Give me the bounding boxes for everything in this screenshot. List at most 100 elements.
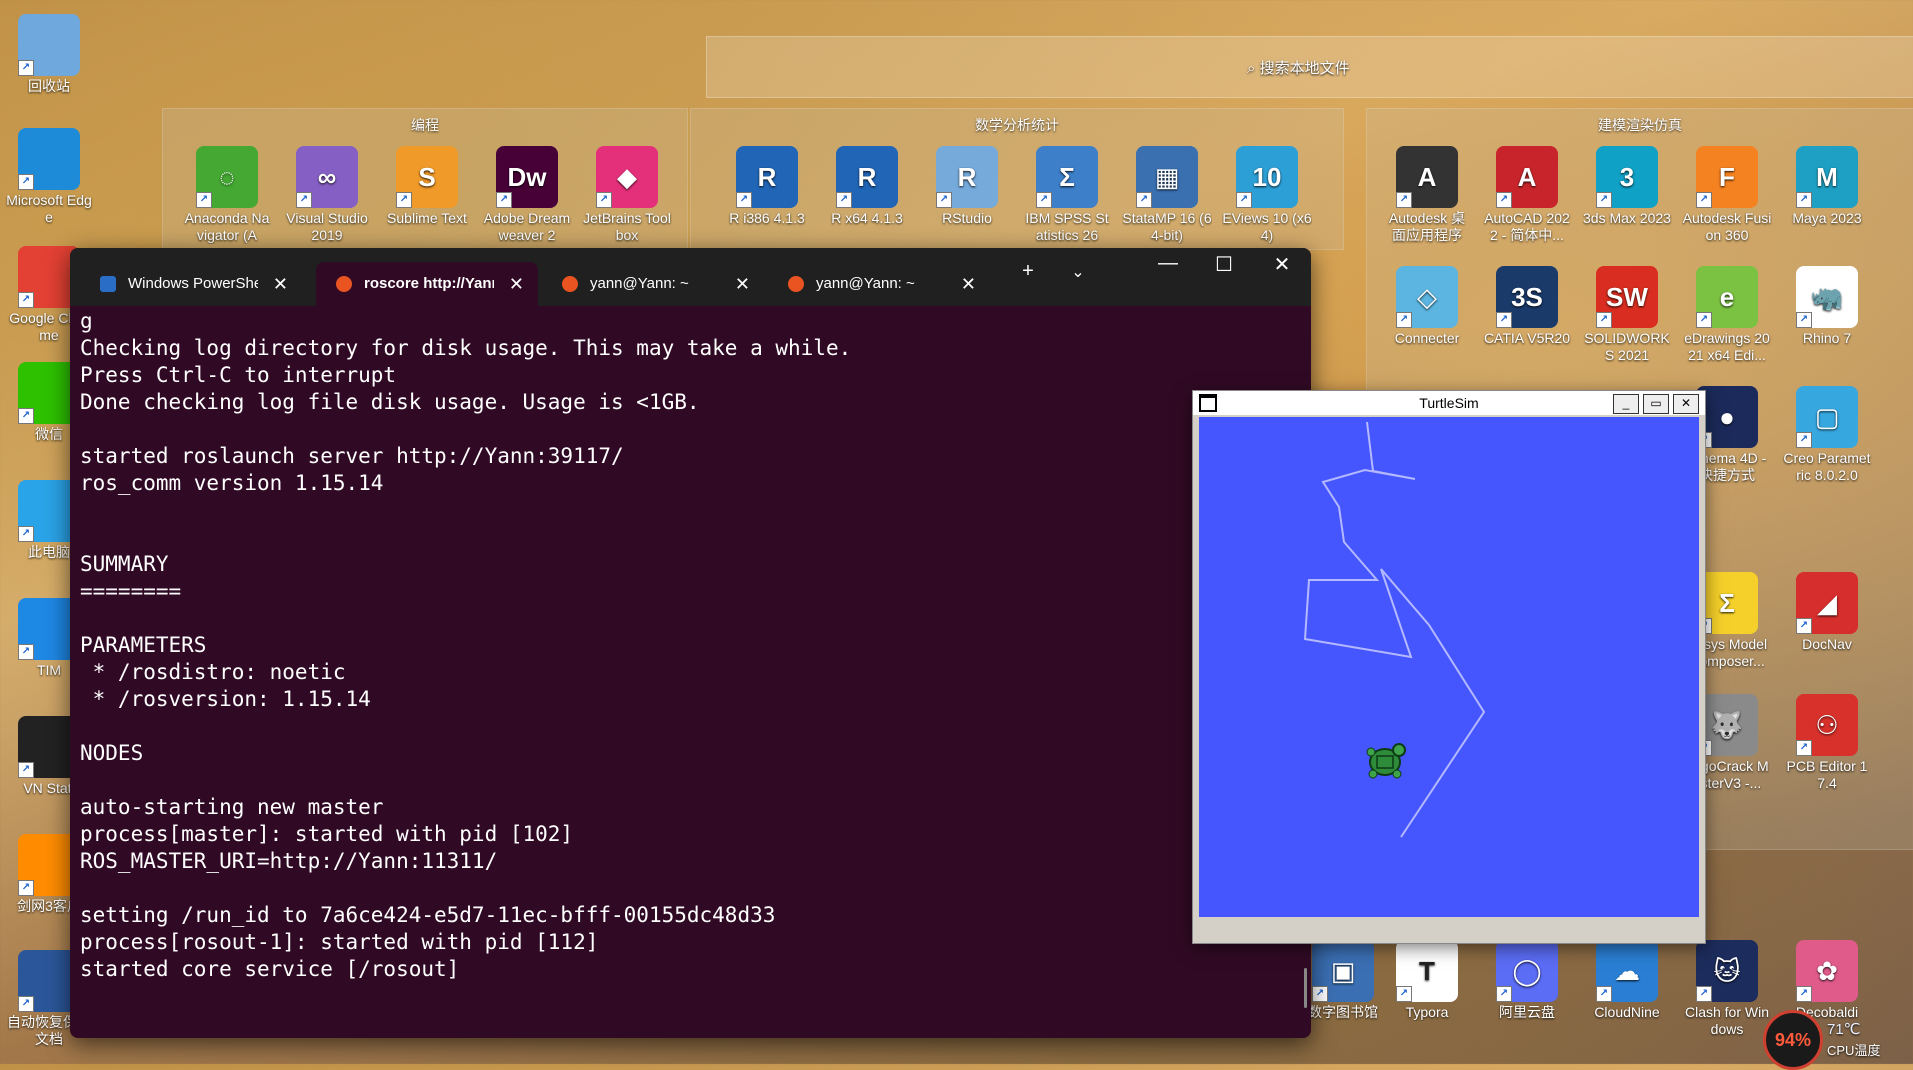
rstudio-icon: R ↗ <box>936 146 998 208</box>
fence-title: 建模渲染仿真 <box>1598 117 1682 133</box>
shortcut-label: PCB Editor 17.4 <box>1786 758 1868 791</box>
close-button[interactable]: ✕ <box>1673 394 1699 414</box>
desktop-shortcut[interactable]: ◆ ↗ JetBrains Toolbox <box>582 146 672 244</box>
desktop-shortcut[interactable]: R ↗ R x64 4.1.3 <box>822 146 912 227</box>
desktop-shortcut[interactable]: S ↗ Sublime Text <box>382 146 472 227</box>
shortcut-arrow-icon: ↗ <box>18 880 34 896</box>
close-tab-icon[interactable]: ✕ <box>273 262 288 306</box>
desktop-shortcut[interactable]: ◌ ↗ Anaconda Navigator (A <box>182 146 272 244</box>
maya-icon: M ↗ <box>1796 146 1858 208</box>
terminal-tab[interactable]: yann@Yann: ~ ✕ <box>542 262 764 306</box>
desktop-shortcut[interactable]: ▢ ↗ Creo Parametric 8.0.2.0 <box>1782 386 1872 484</box>
jetbrains-icon: ◆ ↗ <box>596 146 658 208</box>
edge-icon: ↗ <box>18 128 80 190</box>
shortcut-arrow-icon: ↗ <box>1496 192 1512 208</box>
desktop-shortcut[interactable]: M ↗ Maya 2023 <box>1782 146 1872 227</box>
shortcut-label: Creo Parametric 8.0.2.0 <box>1783 450 1871 483</box>
spss-icon: Σ ↗ <box>1036 146 1098 208</box>
desktop-shortcut[interactable]: 3 ↗ 3ds Max 2023 <box>1582 146 1672 227</box>
shortcut-arrow-icon: ↗ <box>1236 192 1252 208</box>
desktop-shortcut[interactable]: A ↗ AutoCAD 2022 - 简体中... <box>1482 146 1572 244</box>
desktop-shortcut[interactable]: ☁ ↗ CloudNine <box>1582 940 1672 1021</box>
shortcut-arrow-icon: ↗ <box>18 408 34 424</box>
desktop-shortcut[interactable]: ∞ ↗ Visual Studio 2019 <box>282 146 372 244</box>
desktop-shortcut[interactable]: ↗ Microsoft Edge <box>4 128 94 226</box>
3dsmax-icon: 3 ↗ <box>1596 146 1658 208</box>
typora-icon: T ↗ <box>1396 940 1458 1002</box>
powershell-icon <box>100 276 116 293</box>
creo-icon: ▢ ↗ <box>1796 386 1858 448</box>
desktop-shortcut[interactable]: ◯ ↗ 阿里云盘 <box>1482 940 1572 1021</box>
shortcut-label: IBM SPSS Statistics 26 <box>1025 210 1109 243</box>
desktop-shortcut[interactable]: Σ ↗ IBM SPSS Statistics 26 <box>1022 146 1112 244</box>
desktop-shortcut[interactable]: ◢ ↗ DocNav <box>1782 572 1872 653</box>
desktop-shortcut[interactable]: F ↗ Autodesk Fusion 360 <box>1682 146 1772 244</box>
shortcut-arrow-icon: ↗ <box>1312 986 1328 1002</box>
desktop-shortcut[interactable]: ▦ ↗ StataMP 16 (64-bit) <box>1122 146 1212 244</box>
desktop-shortcut[interactable]: R ↗ RStudio <box>922 146 1012 227</box>
terminal-output[interactable]: g Checking log directory for disk usage.… <box>70 306 1311 985</box>
desktop-shortcut[interactable]: Dw ↗ Adobe Dreamweaver 2 <box>482 146 572 244</box>
shortcut-label: R x64 4.1.3 <box>831 210 903 226</box>
terminal-tab[interactable]: Windows PowerShell ✕ <box>80 262 302 306</box>
desktop-shortcut[interactable]: ✿ ↗ Decobaldi <box>1782 940 1872 1021</box>
desktop-shortcut[interactable]: ⚇ ↗ PCB Editor 17.4 <box>1782 694 1872 792</box>
shortcut-label: Adobe Dreamweaver 2 <box>483 210 571 243</box>
cloudnine-icon: ☁ ↗ <box>1596 940 1658 1002</box>
shortcut-arrow-icon: ↗ <box>1796 312 1812 328</box>
desktop-shortcut[interactable]: A ↗ Autodesk 桌面应用程序 <box>1382 146 1472 244</box>
close-tab-icon[interactable]: ✕ <box>509 262 524 306</box>
shortcut-arrow-icon: ↗ <box>1796 986 1812 1002</box>
tab-label: Windows PowerShell <box>128 275 258 293</box>
tab-dropdown-button[interactable]: ⌄ <box>1058 262 1098 282</box>
window-menu-icon[interactable] <box>1199 394 1217 412</box>
turtlesim-canvas <box>1199 417 1699 917</box>
close-tab-icon[interactable]: ✕ <box>735 262 750 306</box>
recycle-bin-icon: ↗ <box>18 14 80 76</box>
desktop-shortcut[interactable]: e ↗ eDrawings 2021 x64 Edi... <box>1682 266 1772 364</box>
close-button[interactable]: ✕ <box>1262 252 1302 277</box>
shortcut-arrow-icon: ↗ <box>18 526 34 542</box>
desktop-shortcut[interactable]: T ↗ Typora <box>1382 940 1472 1021</box>
desktop-shortcut[interactable]: 3S ↗ CATIA V5R20 <box>1482 266 1572 347</box>
minimize-button[interactable]: — <box>1148 252 1188 275</box>
maximize-button[interactable]: ☐ <box>1204 252 1244 277</box>
autocad-icon: A ↗ <box>1496 146 1558 208</box>
shortcut-label: 回收站 <box>28 78 70 94</box>
minimize-button[interactable]: _ <box>1613 394 1639 414</box>
shortcut-label: Clash for Windows <box>1684 1004 1770 1037</box>
close-tab-icon[interactable]: ✕ <box>961 262 976 306</box>
terminal-tab[interactable]: roscore http://Yann ✕ <box>316 262 538 306</box>
shortcut-arrow-icon: ↗ <box>1796 618 1812 634</box>
edrawings-icon: e ↗ <box>1696 266 1758 328</box>
cpu-temperature: 71℃ <box>1827 1021 1861 1038</box>
desktop-shortcut[interactable]: 🐱 ↗ Clash for Windows <box>1682 940 1772 1038</box>
shortcut-label: EViews 10 (x64) <box>1222 210 1312 243</box>
desktop-search-bar[interactable]: ⌕ 搜索本地文件 <box>706 36 1913 98</box>
shortcut-arrow-icon: ↗ <box>1036 192 1052 208</box>
cpu-status-widget[interactable]: 94% 71℃ CPU温度 <box>1763 1010 1913 1070</box>
turtlesim-titlebar[interactable]: TurtleSim _ ▭ ✕ <box>1193 391 1705 415</box>
shortcut-arrow-icon: ↗ <box>1396 986 1412 1002</box>
tab-bar: Windows PowerShell ✕ roscore http://Yann ✕ y… <box>70 248 1311 306</box>
desktop-shortcut[interactable]: 10 ↗ EViews 10 (x64) <box>1222 146 1312 244</box>
desktop-shortcut[interactable]: ▣ ↗ 数字图书馆 <box>1298 940 1388 1021</box>
turtle-icon <box>1366 743 1406 779</box>
desktop-shortcut[interactable]: ↗ 回收站 <box>4 14 94 95</box>
shortcut-arrow-icon: ↗ <box>18 762 34 778</box>
desktop-shortcut[interactable]: R ↗ R i386 4.1.3 <box>722 146 812 227</box>
shortcut-label: CloudNine <box>1594 1004 1660 1020</box>
lotus-icon: ✿ ↗ <box>1796 940 1858 1002</box>
desktop-shortcut[interactable]: ◇ ↗ Connecter <box>1382 266 1472 347</box>
maximize-button[interactable]: ▭ <box>1643 394 1669 414</box>
ubuntu-icon <box>562 276 578 293</box>
shortcut-label: RStudio <box>942 210 992 226</box>
desktop-shortcut[interactable]: 🦏 ↗ Rhino 7 <box>1782 266 1872 347</box>
new-tab-button[interactable]: + <box>1008 260 1048 283</box>
desktop-shortcut[interactable]: SW ↗ SOLIDWORKS 2021 <box>1582 266 1672 364</box>
terminal-tab[interactable]: yann@Yann: ~ ✕ <box>768 262 990 306</box>
shortcut-label: JetBrains Toolbox <box>583 210 671 243</box>
shortcut-arrow-icon: ↗ <box>1136 192 1152 208</box>
shortcut-arrow-icon: ↗ <box>18 292 34 308</box>
autodesk-icon: A ↗ <box>1396 146 1458 208</box>
